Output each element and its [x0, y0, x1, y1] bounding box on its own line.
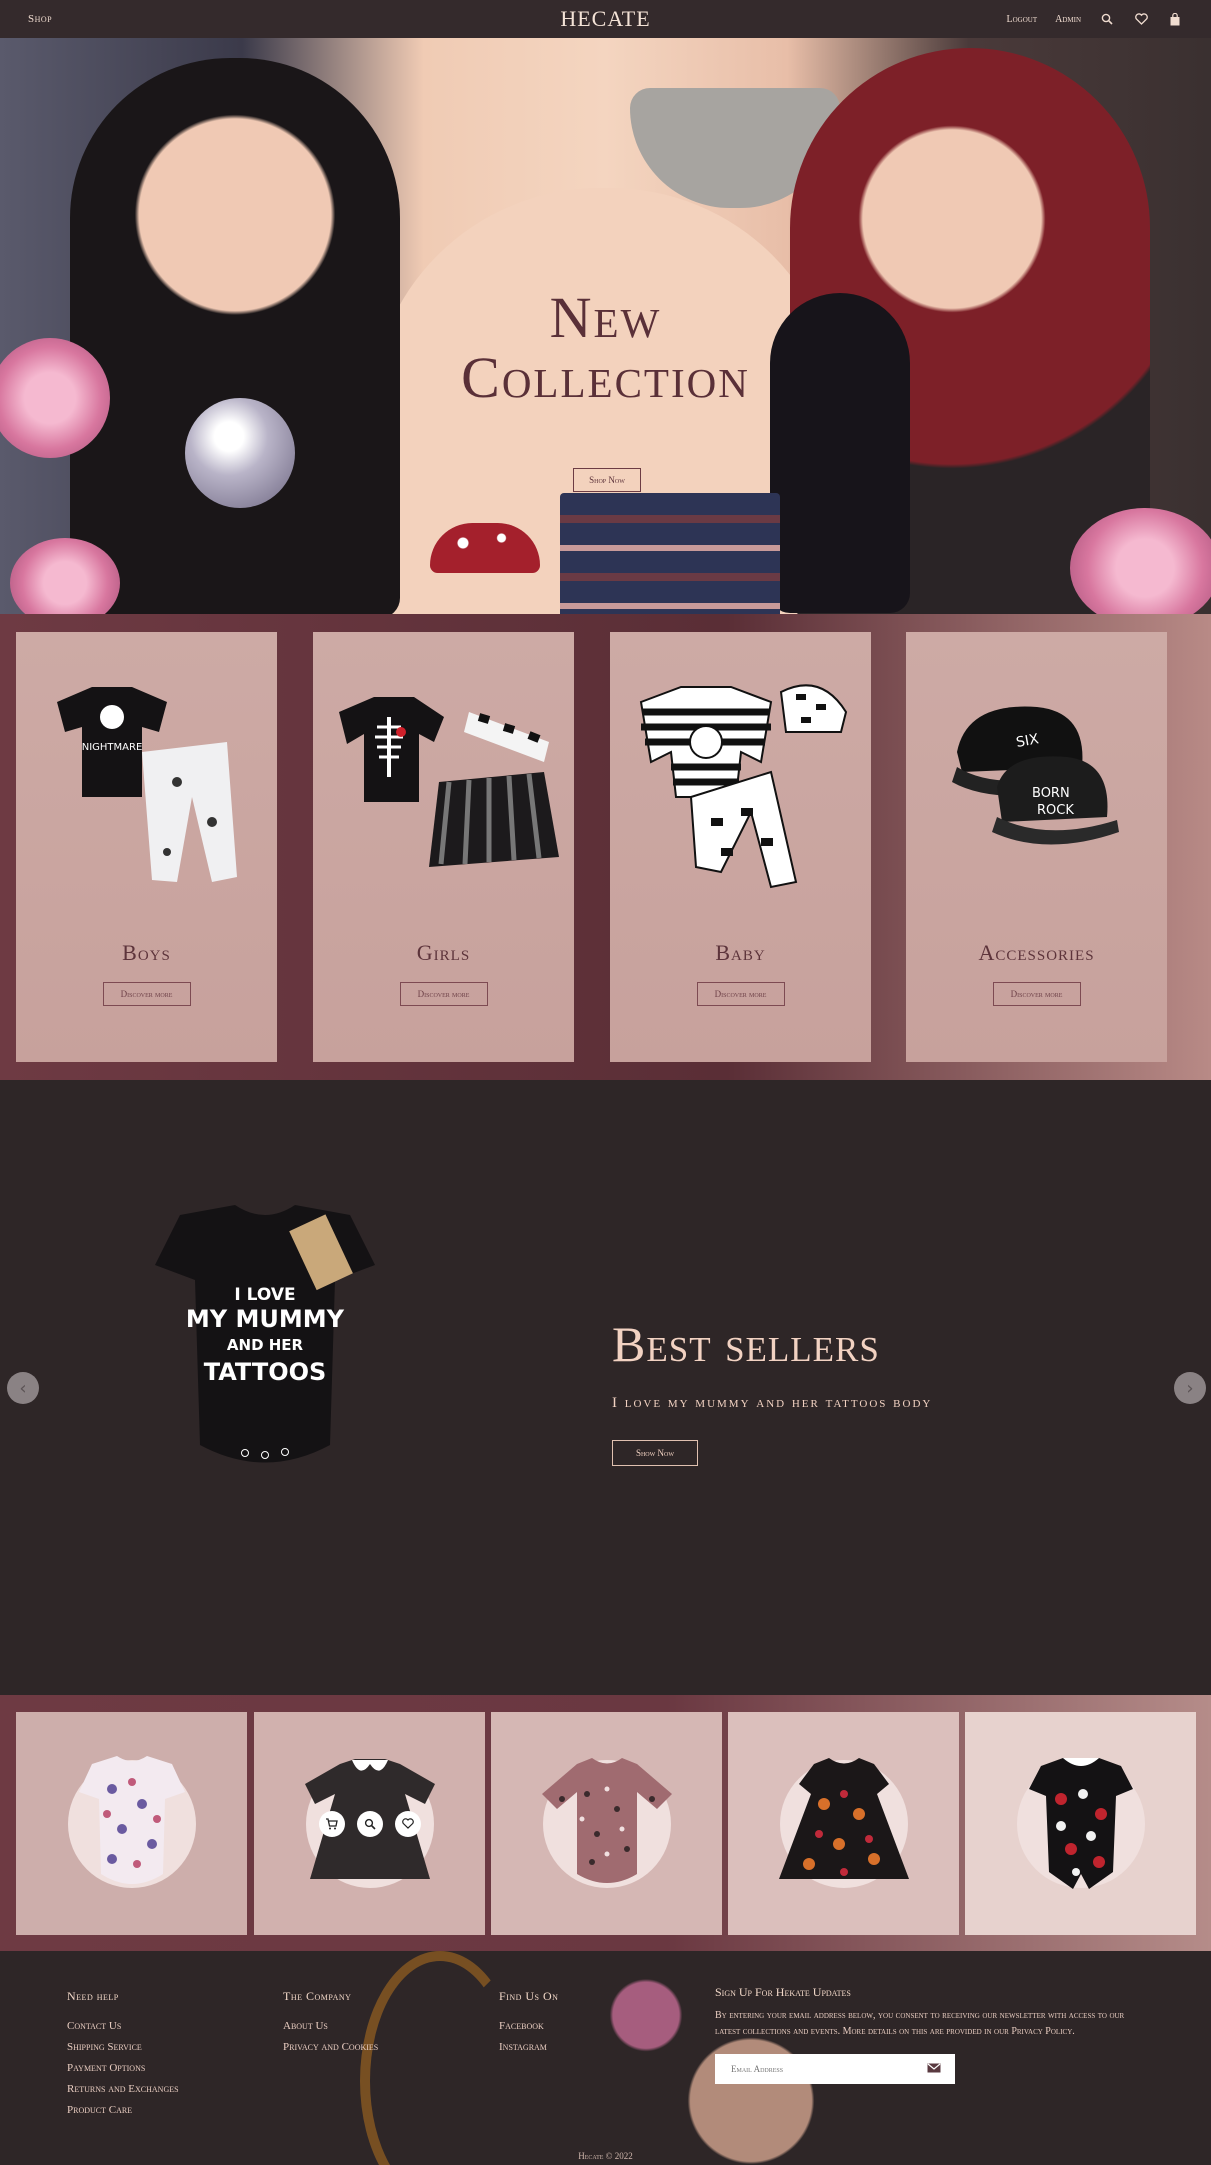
nav-logout-link[interactable]: Logout: [1007, 14, 1038, 25]
product-strip: [0, 1695, 1211, 1951]
svg-text:BORN: BORN: [1032, 786, 1070, 801]
nav-shop-link[interactable]: Shop: [28, 13, 52, 25]
category-card-boys[interactable]: NIGHTMARE Boys Discover more: [16, 632, 277, 1062]
svg-text:ROCK: ROCK: [1037, 803, 1074, 818]
newsletter-consent-text: By entering your email address below, yo…: [715, 2010, 1125, 2037]
category-name: Boys: [122, 940, 171, 965]
discover-more-button[interactable]: Discover more: [696, 982, 785, 1006]
zoom-icon[interactable]: [356, 1810, 383, 1837]
footer-link-payment-options[interactable]: Payment Options: [67, 2062, 179, 2074]
discover-more-button[interactable]: Discover more: [399, 982, 488, 1006]
footer-link-contact-us[interactable]: Contact Us: [67, 2020, 179, 2032]
best-seller-product-name: I love my mummy and her tattoos body: [612, 1395, 933, 1411]
bag-icon[interactable]: [1167, 11, 1183, 27]
discover-more-button[interactable]: Discover more: [992, 982, 1081, 1006]
category-section: NIGHTMARE Boys Discover more Girls Disco…: [0, 614, 1211, 1080]
category-image-baby: [610, 672, 871, 912]
category-image-girls: [313, 672, 574, 912]
footer-link-product-care[interactable]: Product Care: [67, 2104, 179, 2116]
category-name: Girls: [416, 940, 471, 965]
footer-find-column: Find Us On Facebook Instagram: [499, 1989, 558, 2062]
best-sellers-section: ‹ I LOVE MY MUMMY AND HER TATTOOS Best s…: [0, 1080, 1211, 1695]
search-icon[interactable]: [1099, 11, 1115, 27]
svg-text:NIGHTMARE: NIGHTMARE: [81, 742, 142, 753]
category-image-accessories: SIX BORN ROCK: [906, 672, 1167, 912]
product-image: [1028, 1757, 1133, 1889]
product-image: [541, 1757, 672, 1883]
footer: Need help Contact Us Shipping Service Pa…: [0, 1951, 1211, 2165]
copyright-text: Hecate © 2022: [578, 2151, 633, 2161]
hero-title-line2: Collection: [461, 345, 750, 410]
footer-link-returns[interactable]: Returns and Exchanges: [67, 2083, 179, 2095]
email-field[interactable]: [731, 2064, 911, 2074]
product-image: [778, 1757, 909, 1879]
footer-link-instagram[interactable]: Instagram: [499, 2041, 558, 2053]
top-navbar: Shop HECATE Logout Admin: [0, 0, 1211, 38]
footer-link-privacy[interactable]: Privacy and Cookies: [283, 2041, 378, 2053]
footer-link-facebook[interactable]: Facebook: [499, 2020, 558, 2032]
category-card-accessories[interactable]: SIX BORN ROCK Accessories Discover more: [906, 632, 1167, 1062]
product-quick-actions: [318, 1810, 421, 1837]
best-seller-product-image[interactable]: I LOVE MY MUMMY AND HER TATTOOS: [150, 1205, 380, 1485]
footer-company-column: The Company About Us Privacy and Cookies: [283, 1989, 378, 2062]
wishlist-heart-icon[interactable]: [394, 1810, 421, 1837]
footer-help-title: Need help: [67, 1989, 119, 2003]
newsletter-block: Sign Up For Hekate Updates By entering y…: [715, 1985, 1135, 2084]
category-card-baby[interactable]: Baby Discover more: [610, 632, 871, 1062]
footer-link-shipping-service[interactable]: Shipping Service: [67, 2041, 179, 2053]
product-card[interactable]: [728, 1712, 959, 1935]
hero-crystal-orb: [185, 398, 295, 508]
hero-shop-now-button[interactable]: Shop Now: [573, 468, 641, 492]
shirt-print-line: AND HER: [227, 1336, 304, 1354]
product-card[interactable]: [16, 1712, 247, 1935]
discover-more-button[interactable]: Discover more: [102, 982, 191, 1006]
shirt-print-line: I LOVE: [234, 1285, 295, 1305]
category-name: Baby: [715, 940, 766, 965]
product-card[interactable]: [491, 1712, 722, 1935]
nav-admin-link[interactable]: Admin: [1055, 14, 1081, 25]
footer-link-about-us[interactable]: About Us: [283, 2020, 378, 2032]
product-card[interactable]: [965, 1712, 1196, 1935]
newsletter-title: Sign Up For Hekate Updates: [715, 1985, 851, 1999]
category-card-girls[interactable]: Girls Discover more: [313, 632, 574, 1062]
category-image-boys: NIGHTMARE: [16, 672, 277, 912]
carousel-next-arrow-icon[interactable]: ›: [1174, 1372, 1206, 1404]
category-name: Accessories: [978, 940, 1095, 965]
carousel-prev-arrow-icon[interactable]: ‹: [7, 1372, 39, 1404]
footer-help-column: Need help Contact Us Shipping Service Pa…: [67, 1989, 179, 2125]
hero-title: New Collection: [0, 288, 1211, 408]
product-card[interactable]: [254, 1712, 485, 1935]
shirt-print-line: TATTOOS: [204, 1358, 327, 1386]
newsletter-form: [715, 2054, 955, 2084]
product-image: [78, 1755, 185, 1884]
footer-find-title: Find Us On: [499, 1989, 559, 2003]
shirt-print-line: MY MUMMY: [186, 1305, 345, 1333]
nav-right: Logout Admin: [1007, 11, 1184, 27]
hero-banner: New Collection Shop Now: [0, 38, 1211, 614]
hero-title-line1: New: [549, 285, 662, 350]
footer-company-title: The Company: [283, 1989, 352, 2003]
hero-books-illustration: [560, 493, 780, 614]
footer-gold-ring-decoration: [360, 1951, 520, 2165]
show-now-button[interactable]: Show Now: [612, 1440, 698, 1466]
cart-icon[interactable]: [318, 1810, 345, 1837]
mail-icon[interactable]: [927, 2060, 941, 2078]
best-sellers-heading: Best sellers: [612, 1316, 880, 1372]
heart-icon[interactable]: [1133, 11, 1149, 27]
